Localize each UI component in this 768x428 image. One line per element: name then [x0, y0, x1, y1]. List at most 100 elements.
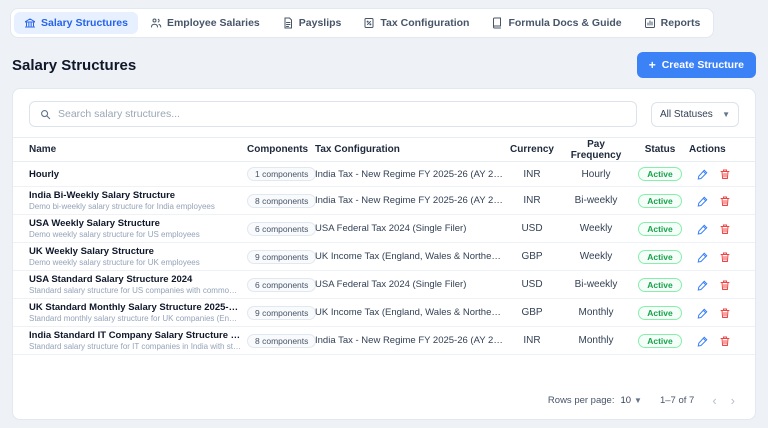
tab-tax-configuration[interactable]: Tax Configuration	[353, 12, 479, 34]
structure-name-cell: UK Standard Monthly Salary Structure 202…	[29, 302, 241, 323]
header-currency: Currency	[509, 144, 555, 155]
search-input[interactable]	[58, 108, 626, 120]
pay-frequency-value: Bi-weekly	[561, 195, 631, 206]
currency-value: INR	[509, 195, 555, 206]
structure-description: Standard salary structure for US compani…	[29, 286, 241, 295]
document-icon	[282, 17, 294, 29]
components-badge: 8 components	[247, 194, 316, 208]
delete-icon[interactable]	[719, 223, 731, 235]
structure-description: Demo weekly salary structure for UK empl…	[29, 258, 241, 267]
rows-per-page: Rows per page: 10 ▼	[548, 395, 642, 406]
pay-frequency-value: Hourly	[561, 169, 631, 180]
chevron-down-icon: ▼	[722, 110, 730, 119]
status-filter-value: All Statuses	[660, 109, 713, 120]
structure-description: Demo bi-weekly salary structure for Indi…	[29, 202, 241, 211]
status-badge: Active	[638, 334, 682, 348]
tab-employee-salaries[interactable]: Employee Salaries	[140, 12, 270, 34]
status-badge: Active	[638, 222, 682, 236]
tab-label: Salary Structures	[41, 17, 128, 29]
structure-name: USA Weekly Salary Structure	[29, 218, 241, 229]
structure-name: India Standard IT Company Salary Structu…	[29, 330, 241, 341]
delete-icon[interactable]	[719, 335, 731, 347]
components-badge: 9 components	[247, 250, 316, 264]
delete-icon[interactable]	[719, 307, 731, 319]
status-filter-dropdown[interactable]: All Statuses ▼	[651, 102, 739, 127]
delete-icon[interactable]	[719, 195, 731, 207]
pay-frequency-value: Weekly	[561, 251, 631, 262]
table-row[interactable]: USA Weekly Salary Structure Demo weekly …	[13, 215, 755, 243]
header-components: Components	[247, 144, 309, 155]
top-tab-bar: Salary Structures Employee Salaries Pays…	[10, 8, 714, 38]
structure-name: UK Standard Monthly Salary Structure 202…	[29, 302, 241, 313]
edit-icon[interactable]	[697, 251, 709, 263]
table-row[interactable]: India Standard IT Company Salary Structu…	[13, 327, 755, 355]
row-actions	[689, 335, 739, 347]
create-structure-button[interactable]: + Create Structure	[637, 52, 756, 78]
tax-configuration-value: India Tax - New Regime FY 2025-26 (AY 20…	[315, 195, 503, 206]
bar-chart-icon	[644, 17, 656, 29]
edit-icon[interactable]	[697, 195, 709, 207]
structure-name-cell: India Standard IT Company Salary Structu…	[29, 330, 241, 351]
create-structure-label: Create Structure	[662, 59, 744, 71]
currency-value: INR	[509, 335, 555, 346]
row-actions	[689, 279, 739, 291]
tab-label: Reports	[661, 17, 701, 29]
tab-salary-structures[interactable]: Salary Structures	[14, 12, 138, 34]
structure-name: Hourly	[29, 169, 241, 180]
bank-icon	[24, 17, 36, 29]
book-icon	[491, 17, 503, 29]
status-badge: Active	[638, 194, 682, 208]
row-actions	[689, 223, 739, 235]
tab-formula-docs[interactable]: Formula Docs & Guide	[481, 12, 631, 34]
edit-icon[interactable]	[697, 307, 709, 319]
status-badge: Active	[638, 306, 682, 320]
table-body: Hourly 1 components India Tax - New Regi…	[13, 162, 755, 355]
structure-description: Standard salary structure for IT compani…	[29, 342, 241, 351]
status-badge: Active	[638, 278, 682, 292]
header-actions: Actions	[689, 144, 739, 155]
table-row[interactable]: UK Weekly Salary Structure Demo weekly s…	[13, 243, 755, 271]
structures-card: All Statuses ▼ Name Components Tax Confi…	[12, 88, 756, 420]
next-page-button[interactable]: ›	[731, 394, 735, 407]
filter-row: All Statuses ▼	[13, 89, 755, 137]
table-row[interactable]: India Bi-Weekly Salary Structure Demo bi…	[13, 187, 755, 215]
currency-value: USD	[509, 279, 555, 290]
table-row[interactable]: USA Standard Salary Structure 2024 Stand…	[13, 271, 755, 299]
tab-reports[interactable]: Reports	[634, 12, 711, 34]
components-badge: 1 components	[247, 167, 316, 181]
tab-label: Employee Salaries	[167, 17, 260, 29]
components-badge: 8 components	[247, 334, 316, 348]
table-row[interactable]: UK Standard Monthly Salary Structure 202…	[13, 299, 755, 327]
structure-name-cell: USA Weekly Salary Structure Demo weekly …	[29, 218, 241, 239]
edit-icon[interactable]	[697, 223, 709, 235]
header-pay-frequency: Pay Frequency	[561, 139, 631, 161]
tax-configuration-value: UK Income Tax (England, Wales & Northern…	[315, 251, 503, 262]
row-actions	[689, 168, 739, 180]
edit-icon[interactable]	[697, 279, 709, 291]
row-actions	[689, 251, 739, 263]
delete-icon[interactable]	[719, 251, 731, 263]
edit-icon[interactable]	[697, 168, 709, 180]
tax-percent-icon	[363, 17, 375, 29]
delete-icon[interactable]	[719, 279, 731, 291]
previous-page-button[interactable]: ‹	[712, 394, 716, 407]
page-header: Salary Structures + Create Structure	[12, 52, 756, 78]
rows-per-page-value: 10	[620, 395, 631, 406]
status-badge: Active	[638, 250, 682, 264]
tab-label: Payslips	[299, 17, 342, 29]
pay-frequency-value: Bi-weekly	[561, 279, 631, 290]
tab-payslips[interactable]: Payslips	[272, 12, 352, 34]
components-badge: 9 components	[247, 306, 316, 320]
edit-icon[interactable]	[697, 335, 709, 347]
structure-name-cell: India Bi-Weekly Salary Structure Demo bi…	[29, 190, 241, 211]
delete-icon[interactable]	[719, 168, 731, 180]
header-tax-configuration: Tax Configuration	[315, 144, 503, 155]
header-name: Name	[29, 144, 241, 155]
table-header-row: Name Components Tax Configuration Curren…	[13, 137, 755, 162]
tax-configuration-value: USA Federal Tax 2024 (Single Filer)	[315, 279, 503, 290]
tax-configuration-value: UK Income Tax (England, Wales & Northern…	[315, 307, 503, 318]
rows-per-page-select[interactable]: 10 ▼	[620, 395, 642, 406]
table-row[interactable]: Hourly 1 components India Tax - New Regi…	[13, 162, 755, 187]
search-icon	[40, 109, 51, 120]
structure-name-cell: Hourly	[29, 169, 241, 180]
